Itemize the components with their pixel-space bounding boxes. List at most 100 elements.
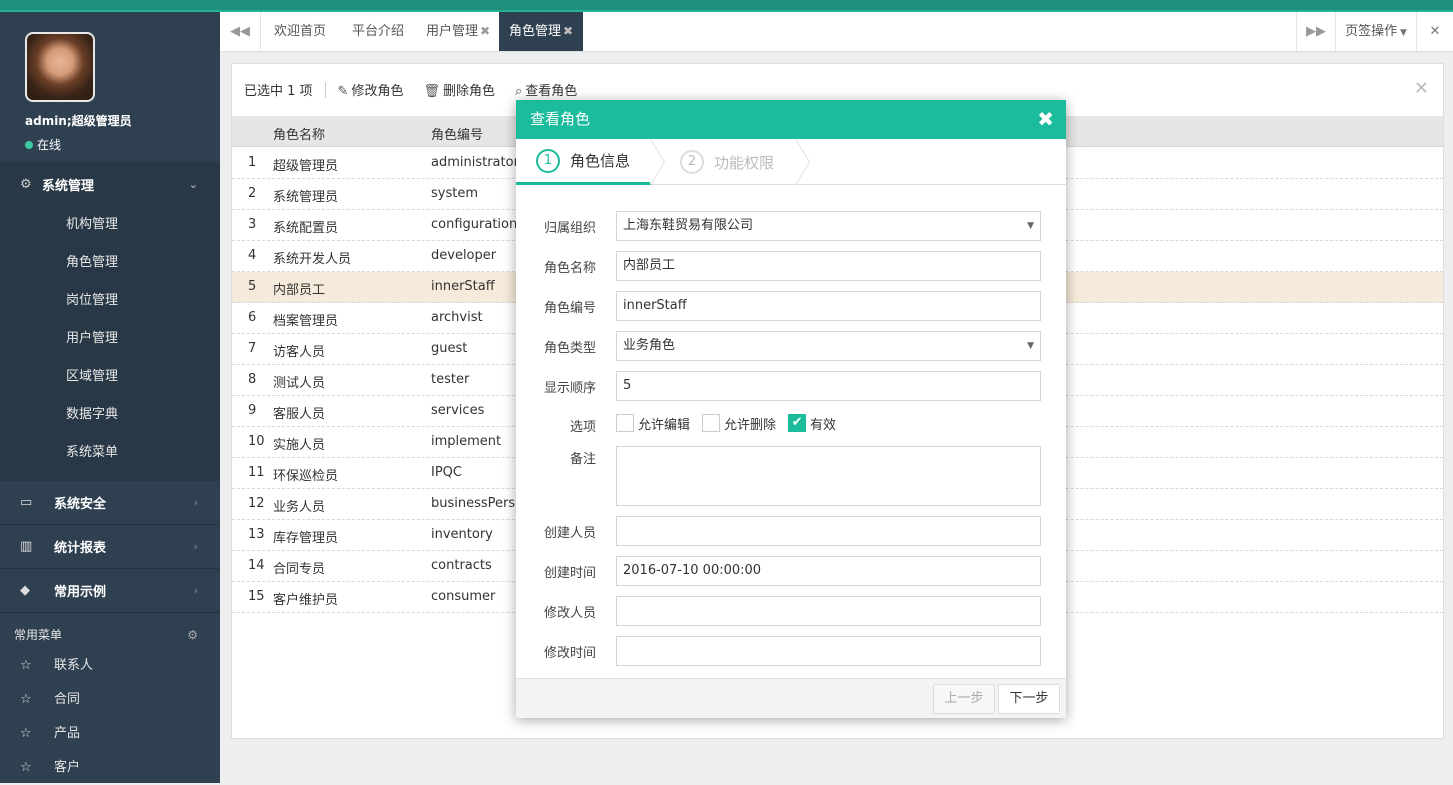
sidebar-subitem-role[interactable]: 角色管理	[0, 244, 220, 282]
role-name-cell: 实施人员	[273, 438, 326, 453]
role-name-input[interactable]: 内部员工	[616, 251, 1041, 281]
field-label: 修改人员	[543, 606, 596, 621]
delete-role-button[interactable]: 🗑 删除角色	[423, 80, 495, 99]
sidebar-item-system-management[interactable]: ⚙ 系统管理 ⌄	[0, 162, 220, 206]
user-status: 在线	[25, 136, 61, 153]
selected-count: 已选中 1 项	[244, 84, 313, 99]
step-number: 1	[536, 148, 560, 173]
zoom-icon: ⌕	[515, 84, 523, 99]
order-input[interactable]: 5	[616, 371, 1041, 401]
role-code-cell: IPQC	[431, 465, 462, 480]
tab-label: 角色管理	[508, 24, 561, 39]
gear-icon[interactable]: ⚙	[187, 613, 198, 657]
modifier-input[interactable]	[616, 596, 1041, 626]
row-number: 8	[248, 372, 257, 387]
role-code-cell: inventory	[431, 527, 493, 542]
role-name-cell: 库存管理员	[273, 531, 339, 546]
created-input[interactable]: 2016-07-10 00:00:00	[616, 556, 1041, 586]
field-role-code: 角色编号 innerStaff	[516, 291, 1066, 321]
org-select[interactable]: 上海东鞋贸易有限公司 ▼	[616, 211, 1041, 241]
sidebar-subitem-user[interactable]: 用户管理	[0, 320, 220, 358]
star-icon: ☆	[20, 726, 32, 741]
role-name-cell: 档案管理员	[273, 314, 339, 329]
tab-welcome[interactable]: 欢迎首页	[261, 12, 339, 51]
role-code-cell: developer	[431, 248, 497, 263]
sidebar-subitem-area[interactable]: 区域管理	[0, 358, 220, 396]
allow-edit-checkbox[interactable]	[616, 414, 634, 432]
allow-delete-label: 允许删除	[724, 417, 777, 433]
column-header-code[interactable]: 角色编号	[431, 124, 483, 143]
sidebar-item-examples[interactable]: ◆ 常用示例 ›	[0, 569, 220, 613]
field-created: 创建时间 2016-07-10 00:00:00	[516, 556, 1066, 586]
step-arrow	[795, 139, 809, 185]
user-name: admin;超级管理员	[25, 114, 132, 128]
next-step-button[interactable]: 下一步	[998, 684, 1060, 714]
options-checkboxes: 允许编辑 允许删除 ✔ 有效	[616, 413, 848, 433]
field-modifier: 修改人员	[516, 596, 1066, 626]
cogs-icon: ⚙	[20, 176, 32, 192]
toolbar-divider	[324, 81, 326, 98]
tab-user-management[interactable]: 用户管理 ✖	[417, 12, 499, 51]
chevron-right-icon: ›	[193, 540, 198, 553]
sidebar-subitem-post[interactable]: 岗位管理	[0, 282, 220, 320]
column-header-name[interactable]: 角色名称	[273, 124, 325, 143]
step-permissions[interactable]: 2 功能权限	[680, 139, 774, 185]
tab-scroll-right-icon[interactable]: ▶▶	[1297, 12, 1335, 51]
tab-platform[interactable]: 平台介绍	[339, 12, 417, 51]
chevron-right-icon: ›	[193, 496, 198, 509]
star-icon: ☆	[20, 658, 32, 673]
remark-textarea[interactable]	[616, 446, 1041, 506]
star-icon: ☆	[20, 692, 32, 707]
caret-down-icon: ▼	[1027, 341, 1034, 351]
favorite-item-product[interactable]: ☆ 产品	[0, 717, 220, 751]
close-dialog-icon[interactable]: ✖	[1037, 100, 1054, 139]
sidebar-subitem-org[interactable]: 机构管理	[0, 206, 220, 244]
field-remark: 备注	[516, 446, 1066, 506]
favorite-item-contract[interactable]: ☆ 合同	[0, 683, 220, 717]
tab-scroll-left-icon[interactable]: ◀◀	[220, 12, 260, 51]
role-code-cell: businessPerso	[431, 496, 524, 511]
allow-delete-checkbox[interactable]	[702, 414, 721, 432]
sidebar-item-reports[interactable]: ▥ 统计报表 ›	[0, 525, 220, 569]
sidebar-subitem-menu[interactable]: 系统菜单	[0, 434, 220, 472]
page-ops-dropdown[interactable]: 页签操作 ▼	[1336, 12, 1416, 51]
field-label: 显示顺序	[543, 381, 596, 396]
role-name-cell: 合同专员	[273, 562, 326, 577]
row-number: 9	[248, 403, 257, 418]
modified-input[interactable]	[616, 636, 1041, 666]
field-label: 创建人员	[543, 526, 596, 541]
close-tab-icon[interactable]: ✖	[563, 24, 573, 38]
monitor-icon: ▭	[20, 495, 33, 510]
role-code-cell: tester	[431, 372, 470, 387]
row-number: 7	[248, 341, 257, 356]
view-role-button[interactable]: ⌕ 查看角色	[515, 80, 577, 99]
sidebar-item-security[interactable]: ▭ 系统安全 ›	[0, 481, 220, 525]
row-number: 14	[248, 558, 265, 573]
star-icon: ☆	[20, 760, 32, 775]
role-code-cell: system	[431, 186, 478, 201]
role-type-select[interactable]: 业务角色 ▼	[616, 331, 1041, 361]
edit-role-button[interactable]: ✎ 修改角色	[338, 80, 404, 99]
role-code-input[interactable]: innerStaff	[616, 291, 1041, 321]
valid-checkbox[interactable]: ✔	[788, 414, 807, 432]
sidebar-subitem-dict[interactable]: 数据字典	[0, 396, 220, 434]
tags-icon: ◆	[20, 583, 30, 598]
nav-system-management: ⚙ 系统管理 ⌄ 机构管理 角色管理 岗位管理 用户管理 区域管理 数据字典 系…	[0, 162, 220, 481]
close-tab-icon[interactable]: ✖	[480, 24, 490, 38]
common-menu-title: 常用菜单 ⚙	[0, 613, 220, 649]
role-name-cell: 访客人员	[273, 345, 326, 360]
favorite-item-customer[interactable]: ☆ 客户	[0, 751, 220, 785]
avatar[interactable]	[25, 32, 95, 102]
role-name-cell: 系统管理员	[273, 190, 339, 205]
role-name-cell: 测试人员	[273, 376, 326, 391]
close-panel-icon[interactable]: ✕	[1414, 78, 1429, 99]
org-value: 上海东鞋贸易有限公司	[623, 218, 754, 233]
fullscreen-icon[interactable]: ✕	[1417, 12, 1453, 51]
field-label: 角色编号	[543, 301, 596, 316]
creator-input[interactable]	[616, 516, 1041, 546]
step-role-info[interactable]: 1 角色信息	[516, 139, 651, 185]
tab-role-management[interactable]: 角色管理 ✖	[499, 12, 583, 51]
field-modified: 修改时间	[516, 636, 1066, 666]
field-options: 选项 允许编辑 允许删除 ✔ 有效	[516, 413, 1066, 435]
prev-step-button[interactable]: 上一步	[933, 684, 995, 714]
